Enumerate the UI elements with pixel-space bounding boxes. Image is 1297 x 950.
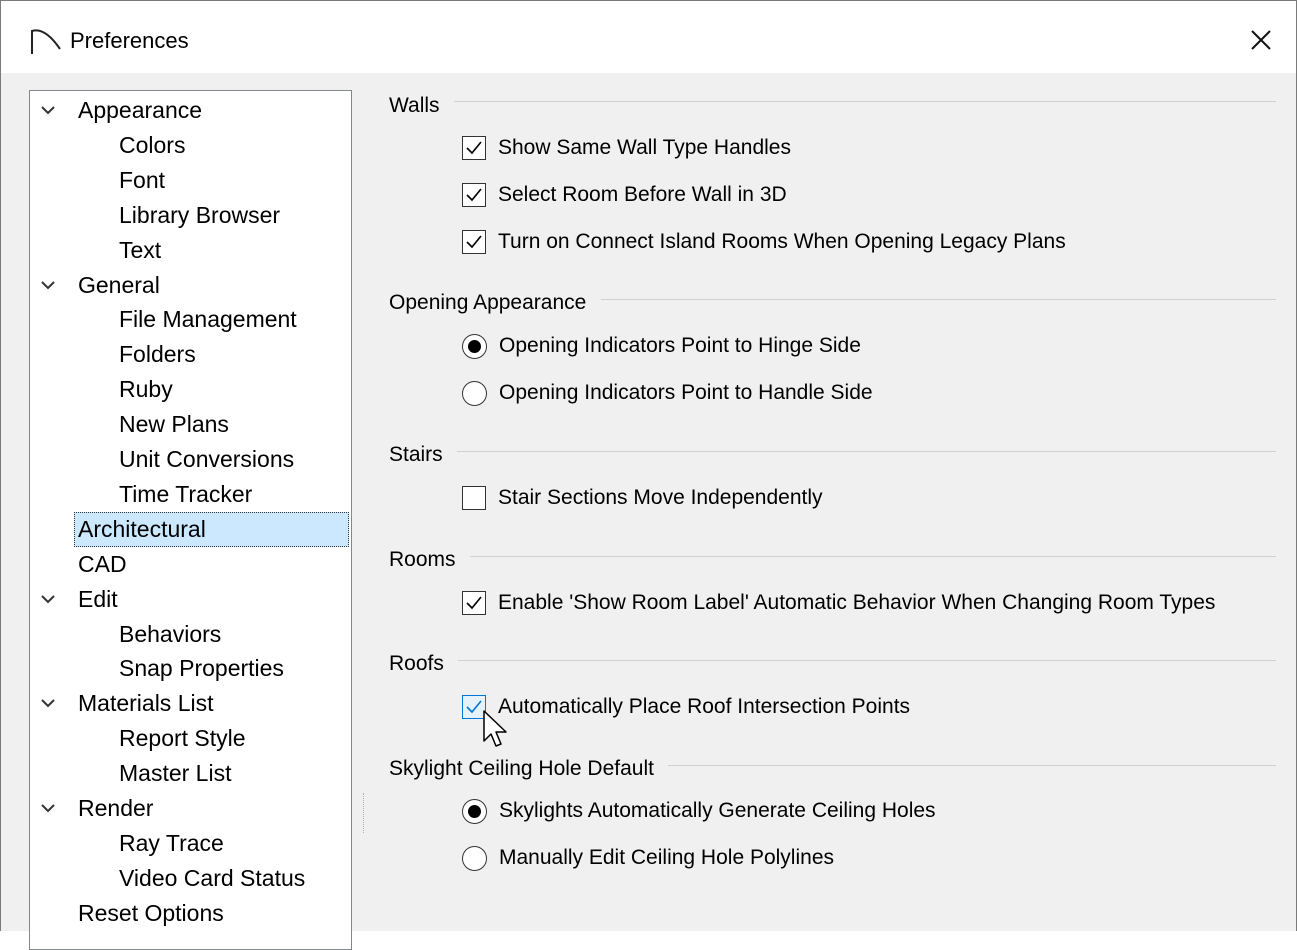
stairs-group-title: Stairs xyxy=(389,442,457,468)
checkmark-icon xyxy=(466,700,482,714)
skylight-group-line xyxy=(661,765,1276,766)
stair-sections-checkbox[interactable]: Stair Sections Move Independently xyxy=(462,484,823,512)
checkbox-box[interactable] xyxy=(462,183,486,207)
expand-chevron-icon[interactable] xyxy=(40,268,56,303)
roofs-group-title: Roofs xyxy=(389,651,458,677)
hinge-side-radio[interactable]: Opening Indicators Point to Hinge Side xyxy=(462,332,861,360)
opening-group-line xyxy=(601,299,1276,300)
tree-item-text[interactable]: Text xyxy=(119,233,161,268)
dialog-body: Appearance Colors Font Library Browser Text G… xyxy=(1,73,1296,950)
tree-item-master-list[interactable]: Master List xyxy=(119,756,231,791)
mouse-pointer-icon xyxy=(483,710,507,747)
show-room-label-checkbox[interactable]: Enable 'Show Room Label' Automatic Behav… xyxy=(462,589,1215,617)
tree-item-time-tracker[interactable]: Time Tracker xyxy=(119,477,252,512)
checkmark-icon xyxy=(466,596,482,610)
show-same-wall-type-handles-checkbox[interactable]: Show Same Wall Type Handles xyxy=(462,134,791,162)
checkbox-box[interactable] xyxy=(462,486,486,510)
close-icon xyxy=(1251,30,1271,50)
handle-side-radio[interactable]: Opening Indicators Point to Handle Side xyxy=(462,379,873,407)
checkbox-label: Enable 'Show Room Label' Automatic Behav… xyxy=(498,591,1216,614)
tree-item-ray-trace[interactable]: Ray Trace xyxy=(119,826,224,861)
tree-item-new-plans[interactable]: New Plans xyxy=(119,407,229,442)
app-logo-icon xyxy=(31,29,61,54)
connect-island-rooms-checkbox[interactable]: Turn on Connect Island Rooms When Openin… xyxy=(462,228,1066,256)
close-button[interactable] xyxy=(1233,19,1289,61)
expand-chevron-icon[interactable] xyxy=(40,686,56,721)
checkbox-box[interactable] xyxy=(462,591,486,615)
walls-group-title: Walls xyxy=(389,93,454,119)
radio-dot xyxy=(468,339,481,353)
tree-item-edit[interactable]: Edit xyxy=(78,582,118,617)
radio-label: Opening Indicators Point to Handle Side xyxy=(499,381,873,404)
tree-item-ruby[interactable]: Ruby xyxy=(119,372,173,407)
radio-label: Manually Edit Ceiling Hole Polylines xyxy=(499,846,834,869)
checkbox-label: Select Room Before Wall in 3D xyxy=(498,183,787,206)
checkmark-icon xyxy=(466,235,482,249)
expand-chevron-icon[interactable] xyxy=(40,582,56,617)
skylight-group-title: Skylight Ceiling Hole Default xyxy=(389,756,668,782)
checkbox-label: Automatically Place Roof Intersection Po… xyxy=(498,695,911,718)
tree-item-video-card-status[interactable]: Video Card Status xyxy=(119,861,305,896)
radio-button[interactable] xyxy=(462,333,487,359)
panel-splitter[interactable] xyxy=(363,793,366,833)
rooms-group-title: Rooms xyxy=(389,547,470,573)
checkbox-box[interactable] xyxy=(462,136,486,160)
checkbox-label: Turn on Connect Island Rooms When Openin… xyxy=(498,230,1066,253)
tree-item-folders[interactable]: Folders xyxy=(119,337,196,372)
title-bar[interactable]: Preferences xyxy=(1,1,1296,73)
roofs-group-line xyxy=(457,660,1276,661)
select-room-before-wall-checkbox[interactable]: Select Room Before Wall in 3D xyxy=(462,181,787,209)
tree-item-cad[interactable]: CAD xyxy=(78,547,127,582)
tree-item-general[interactable]: General xyxy=(78,268,160,303)
radio-button[interactable] xyxy=(462,798,487,824)
tree-item-unit-conversions[interactable]: Unit Conversions xyxy=(119,442,294,477)
tree-item-library-browser[interactable]: Library Browser xyxy=(119,198,280,233)
checkmark-icon xyxy=(466,141,482,155)
radio-button[interactable] xyxy=(462,845,487,871)
checkbox-box[interactable] xyxy=(462,230,486,254)
opening-group-title: Opening Appearance xyxy=(389,290,601,316)
checkbox-label: Stair Sections Move Independently xyxy=(498,486,823,509)
preferences-window: Preferences Appearance Colors Font Library … xyxy=(0,0,1297,950)
radio-dot xyxy=(468,804,481,818)
auto-ceiling-holes-radio[interactable]: Skylights Automatically Generate Ceiling… xyxy=(462,797,936,825)
tree-item-render[interactable]: Render xyxy=(78,791,153,826)
radio-button[interactable] xyxy=(462,380,487,406)
tree-item-appearance[interactable]: Appearance xyxy=(78,93,202,128)
tree-item-font[interactable]: Font xyxy=(119,163,165,198)
rooms-group-line xyxy=(461,556,1276,557)
tree-item-snap-properties[interactable]: Snap Properties xyxy=(119,651,284,686)
radio-label: Opening Indicators Point to Hinge Side xyxy=(499,334,861,357)
radio-label: Skylights Automatically Generate Ceiling… xyxy=(499,799,936,822)
roof-intersection-points-checkbox[interactable]: Automatically Place Roof Intersection Po… xyxy=(462,693,910,721)
category-tree[interactable]: Appearance Colors Font Library Browser Text G… xyxy=(29,90,352,950)
checkmark-icon xyxy=(466,188,482,202)
window-title: Preferences xyxy=(70,28,189,53)
manual-ceiling-hole-radio[interactable]: Manually Edit Ceiling Hole Polylines xyxy=(462,844,834,872)
tree-item-behaviors[interactable]: Behaviors xyxy=(119,617,221,652)
tree-item-architectural[interactable]: Architectural xyxy=(74,511,349,547)
checkbox-label: Show Same Wall Type Handles xyxy=(498,136,791,159)
stairs-group-line xyxy=(449,451,1276,452)
tree-item-colors[interactable]: Colors xyxy=(119,128,185,163)
tree-item-materials-list[interactable]: Materials List xyxy=(78,686,213,721)
tree-item-reset-options[interactable]: Reset Options xyxy=(78,896,224,931)
tree-item-file-management[interactable]: File Management xyxy=(119,302,297,337)
expand-chevron-icon[interactable] xyxy=(40,791,56,826)
walls-group-line xyxy=(451,101,1276,102)
tree-item-report-style[interactable]: Report Style xyxy=(119,721,246,756)
expand-chevron-icon[interactable] xyxy=(40,93,56,128)
